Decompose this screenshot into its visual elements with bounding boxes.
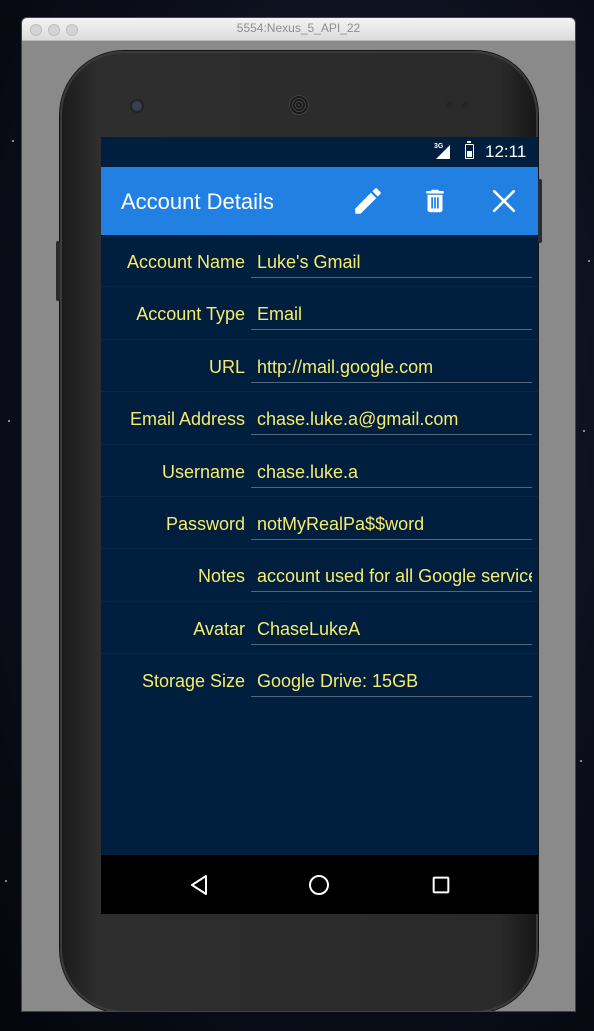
field-row-storage-size: Storage Size Google Drive: 15GB [101, 653, 538, 705]
account-type-field[interactable]: Email [251, 295, 532, 331]
light-sensor [462, 102, 468, 108]
username-label: Username [161, 461, 245, 482]
edit-button[interactable] [348, 181, 388, 221]
volume-button[interactable] [56, 241, 60, 301]
star [583, 430, 585, 432]
battery-icon [465, 141, 474, 159]
email-address-label: Email Address [129, 409, 245, 430]
account-name-label: Account Name [126, 252, 245, 272]
close-icon [492, 189, 516, 213]
star [588, 260, 590, 262]
star [8, 420, 10, 422]
url-label: URL [208, 356, 245, 377]
recents-icon [432, 876, 450, 894]
url-field[interactable]: http://mail.google.com [251, 348, 532, 383]
field-row-email-address: Email Address chase.luke.a@gmail.com [101, 391, 538, 443]
action-bar: Account Details [101, 167, 538, 235]
emulator-window: 5554:Nexus_5_API_22 3G 12:11 Account Det… [22, 18, 575, 1011]
navigation-bar [101, 855, 538, 914]
star [5, 880, 7, 882]
account-details-form: Account Name Luke's Gmail Account Type E… [101, 235, 538, 706]
account-name-field[interactable]: Luke's Gmail [251, 243, 532, 278]
star [580, 760, 582, 762]
recents-button[interactable] [425, 869, 457, 901]
window-titlebar: 5554:Nexus_5_API_22 [22, 18, 575, 41]
star [12, 140, 14, 142]
field-row-account-type: Account Type Email [101, 286, 538, 338]
field-row-account-name: Account Name Luke's Gmail [101, 235, 538, 286]
delete-button[interactable] [415, 181, 455, 221]
front-camera [132, 101, 142, 111]
network-type-label: 3G [434, 143, 444, 150]
window-title: 5554:Nexus_5_API_22 [236, 21, 361, 35]
notes-field[interactable]: account used for all Google services [251, 557, 532, 593]
status-time: 12:11 [485, 142, 527, 161]
password-field[interactable]: notMyRealPa$$word [251, 505, 532, 540]
earpiece-speaker [289, 95, 309, 115]
back-icon [191, 875, 207, 895]
field-row-username: Username chase.luke.a [101, 443, 538, 496]
username-field[interactable]: chase.luke.a [251, 453, 532, 488]
field-row-avatar: Avatar ChaseLukeA [101, 600, 538, 653]
password-label: Password [165, 513, 245, 534]
page-title: Account Details [121, 189, 274, 214]
storage-size-value: Google Drive: 15GB [257, 671, 419, 692]
storage-size-label: Storage Size [141, 671, 245, 692]
trash-icon [426, 189, 444, 213]
home-button[interactable] [303, 869, 335, 901]
email-address-field[interactable]: chase.luke.a@gmail.com [251, 400, 532, 436]
storage-size-field[interactable]: Google Drive: 15GB [251, 662, 532, 698]
email-address-value: chase.luke.a@gmail.com [257, 409, 459, 430]
status-bar: 3G 12:11 [101, 137, 538, 166]
power-button[interactable] [538, 179, 542, 243]
url-value: http://mail.google.com [257, 356, 434, 377]
notes-label: Notes [197, 566, 245, 587]
field-row-url: URL http://mail.google.com [101, 338, 538, 391]
account-type-value: Email [257, 304, 303, 325]
device-screen: 3G 12:11 Account Details Account Name Lu… [101, 137, 538, 914]
proximity-sensor [446, 102, 452, 108]
field-row-password: Password notMyRealPa$$word [101, 495, 538, 548]
close-button[interactable] [484, 181, 524, 221]
password-value: notMyRealPa$$word [257, 513, 425, 534]
phone-frame: 3G 12:11 Account Details Account Name Lu… [56, 51, 542, 1011]
signal-icon: 3G [434, 143, 452, 160]
back-button[interactable] [183, 869, 215, 901]
avatar-label: Avatar [193, 618, 245, 639]
avatar-value: ChaseLukeA [257, 618, 361, 639]
home-icon [309, 875, 329, 895]
username-value: chase.luke.a [257, 461, 359, 482]
notes-value: account used for all Google services [257, 566, 532, 587]
account-name-value: Luke's Gmail [257, 252, 361, 272]
field-row-notes: Notes account used for all Google servic… [101, 548, 538, 600]
avatar-field[interactable]: ChaseLukeA [251, 610, 532, 645]
account-type-label: Account Type [136, 304, 245, 325]
edit-icon [355, 188, 381, 214]
